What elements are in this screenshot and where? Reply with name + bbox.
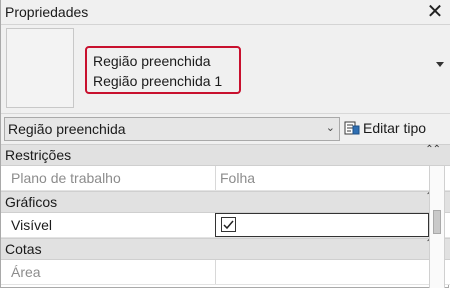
category-label: Gráficos bbox=[5, 194, 58, 210]
instance-filter-row: Região preenchida ⌄ Editar tipo bbox=[1, 113, 450, 145]
properties-grid: Restrições ⌃⌃ Plano de trabalho Folha Gr… bbox=[1, 144, 450, 288]
type-dropdown-arrow-icon[interactable] bbox=[436, 62, 444, 67]
scrollbar-thumb[interactable] bbox=[433, 210, 441, 234]
type-family-label: Região preenchida bbox=[93, 53, 211, 69]
collapse-chevrons-icon[interactable]: ⌃⌃ bbox=[425, 145, 441, 155]
property-value-cell bbox=[215, 213, 429, 237]
category-graficos[interactable]: Gráficos ⌃⌃ bbox=[1, 191, 450, 213]
properties-scrollbar[interactable] bbox=[429, 166, 445, 288]
type-name-label: Região preenchida 1 bbox=[93, 73, 223, 89]
column-divider bbox=[215, 166, 216, 190]
category-label: Cotas bbox=[5, 241, 42, 257]
check-icon bbox=[223, 220, 234, 230]
title-bar: Propriedades ✕ bbox=[1, 0, 450, 25]
column-divider bbox=[215, 260, 216, 284]
property-row-visivel: Visível bbox=[1, 213, 450, 238]
visible-checkbox[interactable] bbox=[221, 217, 236, 232]
property-name: Visível bbox=[11, 217, 52, 233]
property-value: Folha bbox=[220, 170, 256, 186]
category-cotas[interactable]: Cotas ⌃⌃ bbox=[1, 238, 450, 260]
category-label: Restrições bbox=[5, 147, 72, 163]
property-row-area: Área bbox=[1, 260, 450, 285]
type-preview-thumbnail bbox=[6, 28, 74, 108]
property-row-plano-de-trabalho: Plano de trabalho Folha bbox=[1, 166, 450, 191]
close-icon[interactable]: ✕ bbox=[426, 1, 444, 21]
chevron-down-icon: ⌄ bbox=[325, 121, 335, 134]
edit-type-icon bbox=[344, 121, 360, 135]
type-selector-area: Região preenchida Região preenchida 1 bbox=[1, 25, 450, 113]
instance-filter-dropdown[interactable]: Região preenchida ⌄ bbox=[4, 117, 340, 141]
palette-title: Propriedades bbox=[5, 4, 89, 20]
properties-palette: Propriedades ✕ Região preenchida Região … bbox=[0, 0, 450, 288]
edit-type-label: Editar tipo bbox=[363, 120, 427, 136]
type-selector[interactable]: Região preenchida Região preenchida 1 bbox=[85, 46, 241, 94]
category-restricoes[interactable]: Restrições ⌃⌃ bbox=[1, 144, 450, 166]
property-name: Plano de trabalho bbox=[11, 170, 121, 186]
property-name: Área bbox=[11, 264, 41, 280]
instance-filter-value: Região preenchida bbox=[8, 121, 126, 137]
